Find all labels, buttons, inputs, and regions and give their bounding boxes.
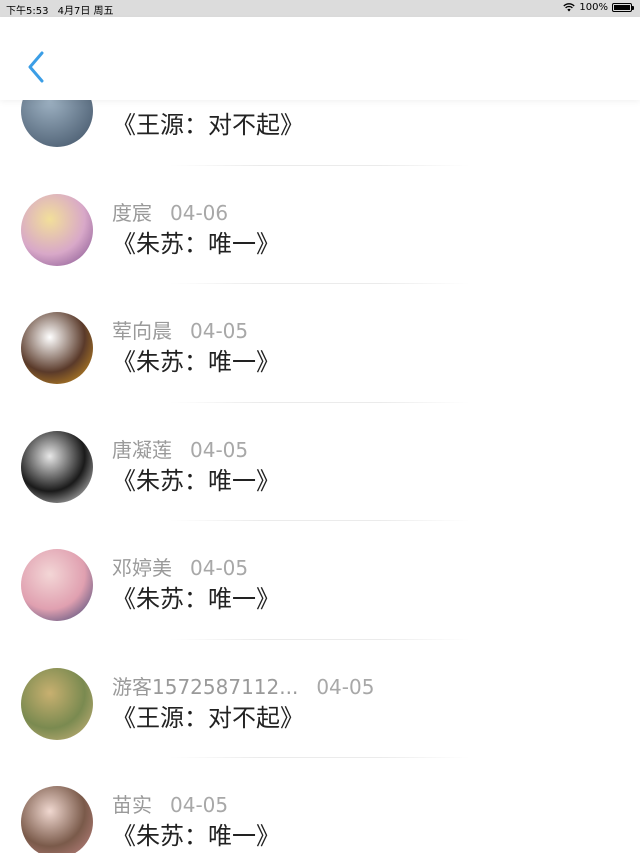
battery-percent: 100% — [579, 2, 608, 13]
avatar[interactable] — [21, 786, 93, 853]
comment-date: 04-06 — [170, 200, 229, 225]
user-name[interactable]: 荤向晨 — [112, 319, 172, 343]
user-name[interactable]: 唐凝莲 — [112, 438, 172, 462]
user-name[interactable]: 邓婷美 — [112, 556, 172, 580]
list-item[interactable]: 《王源：对不起》 — [0, 100, 640, 165]
comment-meta: 邓婷美 04-05 — [112, 552, 248, 581]
avatar[interactable] — [21, 100, 93, 147]
divider — [170, 638, 470, 640]
divider — [170, 520, 470, 521]
comment-meta: 苗实 04-05 — [112, 789, 228, 818]
comment-date: 04-05 — [170, 793, 229, 817]
avatar[interactable] — [21, 549, 93, 621]
avatar[interactable] — [21, 193, 93, 266]
comment-text: 《王源：对不起》 — [112, 703, 304, 732]
comment-text: 《朱苏：唯一》 — [112, 466, 280, 495]
divider — [170, 164, 470, 166]
comment-meta — [112, 100, 130, 102]
comment-text: 《王源：对不起》 — [112, 111, 304, 139]
comment-list-inner: 《王源：对不起》 度宸 04-06 《朱苏：唯一》 荤向晨 04-05 《朱苏：唯一》 唐凝莲… — [0, 100, 640, 853]
list-item[interactable]: 唐凝莲 04-05 《朱苏：唯一》 — [0, 401, 640, 521]
divider — [170, 757, 470, 758]
comment-date: 04-05 — [190, 319, 249, 343]
user-name[interactable]: 游客1572587112... — [112, 675, 298, 699]
back-button[interactable] — [20, 47, 52, 87]
wifi-icon — [563, 3, 576, 12]
comment-text: 《朱苏：唯一》 — [112, 585, 280, 613]
battery-icon — [612, 3, 634, 12]
avatar[interactable] — [21, 430, 93, 503]
comment-meta: 游客1572587112... 04-05 — [112, 671, 374, 700]
avatar[interactable] — [21, 667, 93, 740]
comment-text: 《朱苏：唯一》 — [112, 822, 280, 850]
status-date: 4月7日 周五 — [57, 6, 114, 17]
status-time-date: 下午5:53 4月7日 周五 — [6, 2, 114, 17]
nav-bar — [0, 17, 640, 100]
comment-text: 《朱苏：唯一》 — [112, 229, 280, 258]
user-name[interactable]: 苗实 — [112, 793, 152, 817]
chevron-left-icon — [28, 51, 44, 83]
status-time: 下午5:53 — [6, 6, 49, 17]
comment-date: 04-05 — [190, 556, 249, 580]
comment-text: 《朱苏：唯一》 — [112, 348, 280, 376]
status-right: 100% — [563, 2, 634, 13]
avatar[interactable] — [21, 312, 93, 384]
comment-meta: 唐凝莲 04-05 — [112, 434, 248, 463]
divider — [170, 401, 470, 403]
list-item[interactable]: 苗实 04-05 《朱苏：唯一》 — [0, 757, 640, 853]
list-item[interactable]: 度宸 04-06 《朱苏：唯一》 — [0, 164, 640, 284]
list-item[interactable]: 游客1572587112... 04-05 《王源：对不起》 — [0, 638, 640, 758]
comment-list[interactable]: 《王源：对不起》 度宸 04-06 《朱苏：唯一》 荤向晨 04-05 《朱苏：唯一》 唐凝莲… — [0, 100, 640, 853]
divider — [170, 283, 470, 284]
list-item[interactable]: 荤向晨 04-05 《朱苏：唯一》 — [0, 283, 640, 402]
comment-meta: 荤向晨 04-05 — [112, 315, 248, 344]
battery-fill — [614, 5, 630, 10]
status-bar: 下午5:53 4月7日 周五 100% — [0, 0, 640, 17]
comment-meta: 度宸 04-06 — [112, 197, 228, 226]
list-item[interactable]: 邓婷美 04-05 《朱苏：唯一》 — [0, 520, 640, 639]
user-name[interactable]: 度宸 — [112, 201, 152, 225]
comment-date: 04-05 — [316, 674, 375, 699]
comment-date: 04-05 — [190, 437, 249, 462]
